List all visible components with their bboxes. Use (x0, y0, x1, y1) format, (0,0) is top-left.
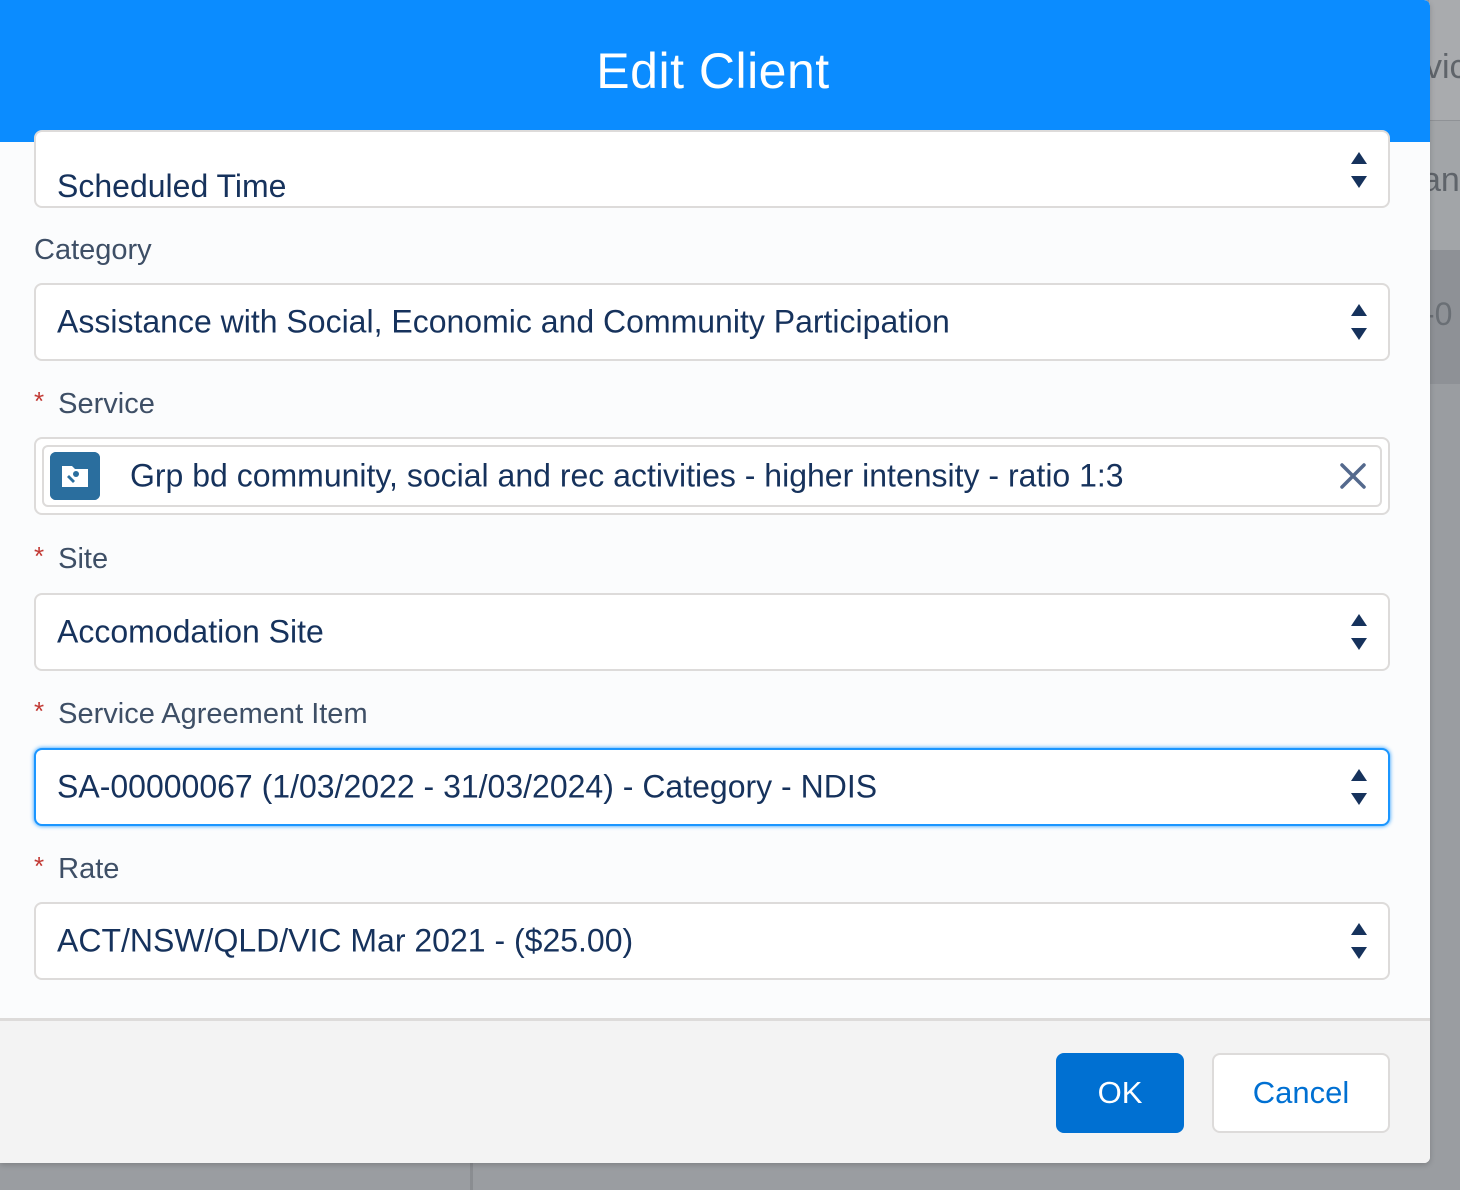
site-value: Accomodation Site (57, 613, 324, 650)
select-arrows-icon (1348, 921, 1370, 961)
required-indicator: * (34, 386, 45, 416)
service-value: Grp bd community, social and rec activit… (130, 457, 1124, 494)
service-record-icon (50, 452, 100, 500)
background-bottom-area (0, 1163, 1460, 1190)
modal-header: Edit Client (0, 0, 1430, 142)
modal-title: Edit Client (596, 43, 830, 99)
rate-select[interactable]: ACT/NSW/QLD/VIC Mar 2021 - ($25.00) (34, 902, 1390, 980)
select-arrows-icon (1348, 767, 1370, 807)
category-label-text: Category (34, 234, 152, 266)
rate-label: * Rate (34, 851, 120, 886)
background-row-fragment: -0 (1428, 250, 1460, 384)
site-select[interactable]: Accomodation Site (34, 593, 1390, 671)
category-select[interactable]: Assistance with Social, Economic and Com… (34, 283, 1390, 361)
background-panel-fragment: an (1428, 120, 1460, 251)
required-indicator: * (34, 541, 45, 571)
background-text: vic (1429, 48, 1460, 86)
edit-client-modal: Edit Client Scheduled Time Category Assi… (0, 0, 1430, 1163)
service-agreement-item-select[interactable]: SA-00000067 (1/03/2022 - 31/03/2024) - C… (34, 748, 1390, 826)
cancel-button[interactable]: Cancel (1212, 1053, 1390, 1133)
category-label: Category (34, 234, 152, 267)
site-label-text: Site (58, 543, 109, 575)
required-indicator: * (34, 696, 45, 726)
background-divider (470, 1163, 473, 1190)
category-value: Assistance with Social, Economic and Com… (57, 303, 950, 340)
service-selected-pill[interactable]: Grp bd community, social and rec activit… (42, 445, 1382, 507)
site-label: * Site (34, 541, 109, 576)
scheduled-time-value: Scheduled Time (57, 168, 287, 204)
select-arrows-icon (1348, 150, 1370, 190)
required-indicator: * (34, 851, 45, 881)
background-text: -0 (1428, 296, 1453, 332)
service-agreement-item-value: SA-00000067 (1/03/2022 - 31/03/2024) - C… (57, 768, 878, 805)
service-label: * Service (34, 386, 155, 421)
service-lookup[interactable]: Grp bd community, social and rec activit… (34, 437, 1390, 515)
clear-selection-icon[interactable] (1338, 461, 1368, 491)
select-arrows-icon (1348, 302, 1370, 342)
modal-body[interactable]: Scheduled Time Category Assistance with … (0, 130, 1430, 1018)
select-arrows-icon (1348, 612, 1370, 652)
service-label-text: Service (58, 388, 155, 420)
background-header-fragment: vic (1428, 0, 1460, 120)
scheduled-time-select[interactable]: Scheduled Time (34, 130, 1390, 208)
service-agreement-item-label: * Service Agreement Item (34, 696, 368, 731)
rate-value: ACT/NSW/QLD/VIC Mar 2021 - ($25.00) (57, 922, 634, 959)
rate-label-text: Rate (58, 853, 120, 885)
background-text: an (1428, 161, 1460, 199)
service-agreement-item-label-text: Service Agreement Item (58, 698, 368, 730)
ok-button[interactable]: OK (1056, 1053, 1184, 1133)
